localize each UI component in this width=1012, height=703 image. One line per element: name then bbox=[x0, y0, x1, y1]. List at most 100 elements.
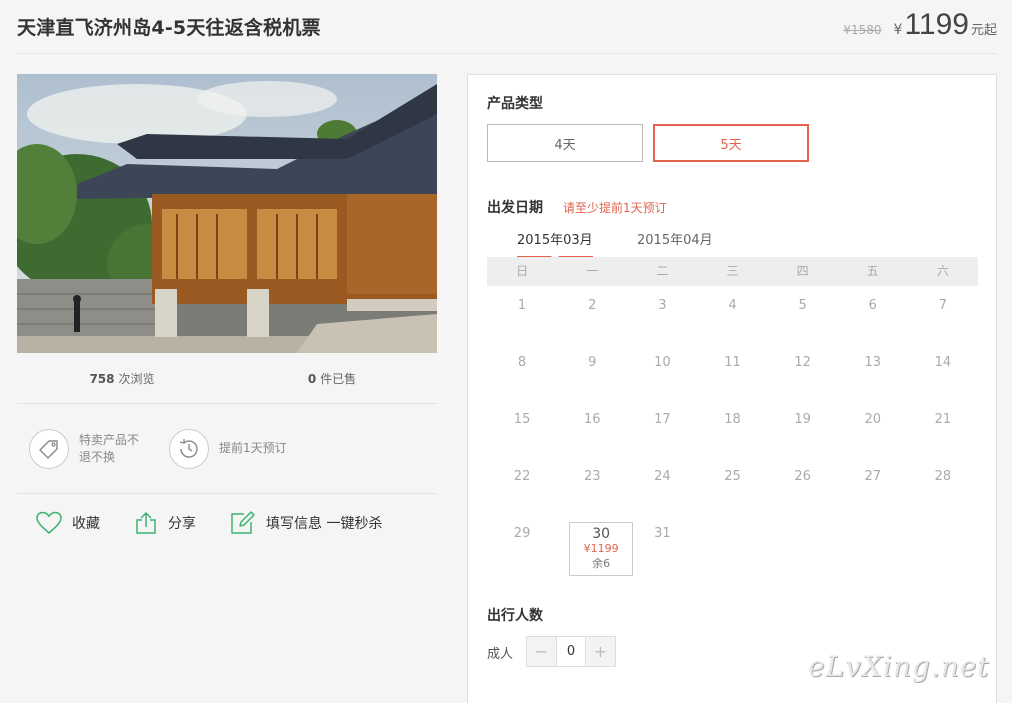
calendar-day: 28 bbox=[934, 469, 952, 484]
calendar-day-empty bbox=[908, 514, 978, 571]
calendar-day: 19 bbox=[794, 412, 811, 427]
calendar-day: 13 bbox=[864, 355, 882, 370]
month-tab-2015-03[interactable]: 2015年03月 bbox=[517, 229, 593, 259]
calendar-week: 1 2 3 4 5 6 7 bbox=[487, 286, 978, 343]
travelers-label: 出行人数 bbox=[487, 608, 543, 624]
weekday-sun: 日 bbox=[516, 264, 529, 278]
calendar-day: 15 bbox=[513, 412, 531, 427]
clock-icon bbox=[169, 428, 209, 469]
feature-advance-booking: 提前1天预订 bbox=[169, 428, 309, 469]
adult-quantity-stepper: − 0 + bbox=[526, 636, 616, 667]
calendar-day: 8 bbox=[517, 355, 527, 370]
calendar-day-available[interactable]: 30 ¥1199 余6 bbox=[557, 514, 634, 576]
fill-info-button[interactable]: 填写信息 一键秒杀 bbox=[230, 511, 382, 535]
favorite-button[interactable]: 收藏 bbox=[36, 511, 100, 535]
share-icon bbox=[136, 511, 156, 534]
views-label: 次浏览 bbox=[118, 371, 155, 386]
calendar-day: 4 bbox=[728, 298, 737, 313]
feature-no-refund: 特卖产品不退不换 bbox=[29, 428, 169, 469]
available-day-price: ¥1199 bbox=[583, 542, 619, 555]
site-watermark: eLvXing.net bbox=[808, 650, 990, 683]
sold-label: 件已售 bbox=[320, 371, 357, 386]
weekday-tue: 二 bbox=[656, 264, 669, 278]
calendar-day: 5 bbox=[798, 298, 807, 313]
price-suffix: 元起 bbox=[970, 23, 997, 38]
month-tab-2015-04[interactable]: 2015年04月 bbox=[637, 229, 713, 256]
action-bar: 收藏 分享 填写信息 一键秒杀 bbox=[17, 494, 437, 552]
weekday-fri: 五 bbox=[866, 264, 879, 278]
calendar-grid: 1 2 3 4 5 6 7 8 9 10 11 12 13 14 15 16 1… bbox=[487, 286, 978, 576]
calendar-day: 3 bbox=[658, 298, 667, 313]
available-day-number: 30 bbox=[592, 526, 611, 542]
calendar-day: 21 bbox=[934, 412, 952, 427]
calendar-day: 20 bbox=[864, 412, 882, 427]
calendar-day: 26 bbox=[794, 469, 811, 484]
available-day-remaining: 余6 bbox=[592, 557, 611, 570]
calendar-day-empty bbox=[838, 514, 908, 571]
booking-hint: 请至少提前1天预订 bbox=[563, 201, 667, 215]
calendar-day: 25 bbox=[724, 469, 741, 484]
calendar-day: 29 bbox=[513, 526, 531, 541]
departure-date-label: 出发日期 bbox=[487, 200, 543, 216]
calendar-week: 8 9 10 11 12 13 14 bbox=[487, 343, 978, 400]
calendar-week: 15 16 17 18 19 20 21 bbox=[487, 400, 978, 457]
share-button[interactable]: 分享 bbox=[134, 511, 196, 535]
increment-button[interactable]: + bbox=[586, 637, 615, 666]
calendar-day: 14 bbox=[934, 355, 952, 370]
weekday-wed: 三 bbox=[726, 264, 739, 278]
price-box: ¥1580 ¥ 1199 元起 bbox=[843, 8, 997, 42]
calendar-day: 22 bbox=[513, 469, 531, 484]
type-option-4days[interactable]: 4天 bbox=[487, 124, 643, 162]
calendar-week: 22 23 24 25 26 27 28 bbox=[487, 457, 978, 514]
calendar-day: 6 bbox=[868, 298, 877, 313]
fill-info-label: 填写信息 一键秒杀 bbox=[266, 516, 383, 532]
heart-icon bbox=[36, 511, 62, 534]
decrement-button[interactable]: − bbox=[527, 637, 556, 666]
calendar-day: 11 bbox=[724, 355, 741, 370]
share-label: 分享 bbox=[168, 516, 196, 532]
calendar-day: 18 bbox=[724, 412, 741, 427]
weekday-sat: 六 bbox=[936, 264, 949, 278]
stats-bar: 758 次浏览 0 件已售 bbox=[17, 353, 437, 404]
sold-stat: 0 件已售 bbox=[227, 370, 437, 387]
calendar-day: 31 bbox=[654, 526, 671, 541]
weekday-thu: 四 bbox=[796, 264, 809, 278]
page-header: 天津直飞济州岛4-5天往返含税机票 ¥1580 ¥ 1199 元起 bbox=[17, 0, 997, 54]
palace-illustration bbox=[17, 74, 437, 353]
calendar-day: 27 bbox=[864, 469, 882, 484]
feature-text: 特卖产品不退不换 bbox=[79, 432, 140, 464]
calendar-day: 2 bbox=[588, 298, 597, 313]
feature-text: 提前1天预订 bbox=[219, 441, 287, 455]
product-title: 天津直飞济州岛4-5天往返含税机票 bbox=[17, 17, 321, 39]
booking-panel: 产品类型 4天 5天 出发日期 请至少提前1天预订 2015年03月 2015年… bbox=[467, 74, 997, 703]
adult-label: 成人 bbox=[487, 647, 514, 662]
product-type-label: 产品类型 bbox=[487, 96, 543, 112]
calendar-day-empty bbox=[768, 514, 838, 571]
favorite-label: 收藏 bbox=[72, 516, 100, 532]
feature-list: 特卖产品不退不换 提前1天预订 bbox=[17, 404, 437, 494]
calendar-day: 24 bbox=[654, 469, 671, 484]
sold-count: 0 bbox=[307, 371, 317, 386]
calendar-day: 16 bbox=[583, 412, 601, 427]
current-price: 1199 bbox=[904, 8, 969, 41]
available-day-box[interactable]: 30 ¥1199 余6 bbox=[569, 522, 634, 576]
type-option-5days[interactable]: 5天 bbox=[653, 124, 809, 162]
calendar-day: 12 bbox=[794, 355, 811, 370]
currency-symbol: ¥ bbox=[893, 22, 903, 38]
calendar-day-empty bbox=[697, 514, 767, 571]
weekday-header: 日 一 二 三 四 五 六 bbox=[487, 257, 978, 286]
calendar-day: 17 bbox=[654, 412, 671, 427]
edit-icon bbox=[231, 511, 255, 534]
calendar-day: 23 bbox=[583, 469, 601, 484]
calendar-day: 7 bbox=[938, 298, 948, 313]
calendar-day: 10 bbox=[654, 355, 671, 370]
product-photo bbox=[17, 74, 437, 353]
original-price: ¥1580 bbox=[843, 23, 882, 37]
calendar-day: 1 bbox=[517, 298, 527, 313]
calendar-day: 9 bbox=[588, 355, 597, 370]
views-stat: 758 次浏览 bbox=[17, 370, 227, 387]
adult-count-input[interactable]: 0 bbox=[556, 637, 586, 666]
tag-icon bbox=[29, 428, 69, 469]
calendar-week: 29 30 ¥1199 余6 31 bbox=[487, 514, 978, 576]
views-count: 758 bbox=[89, 371, 115, 386]
